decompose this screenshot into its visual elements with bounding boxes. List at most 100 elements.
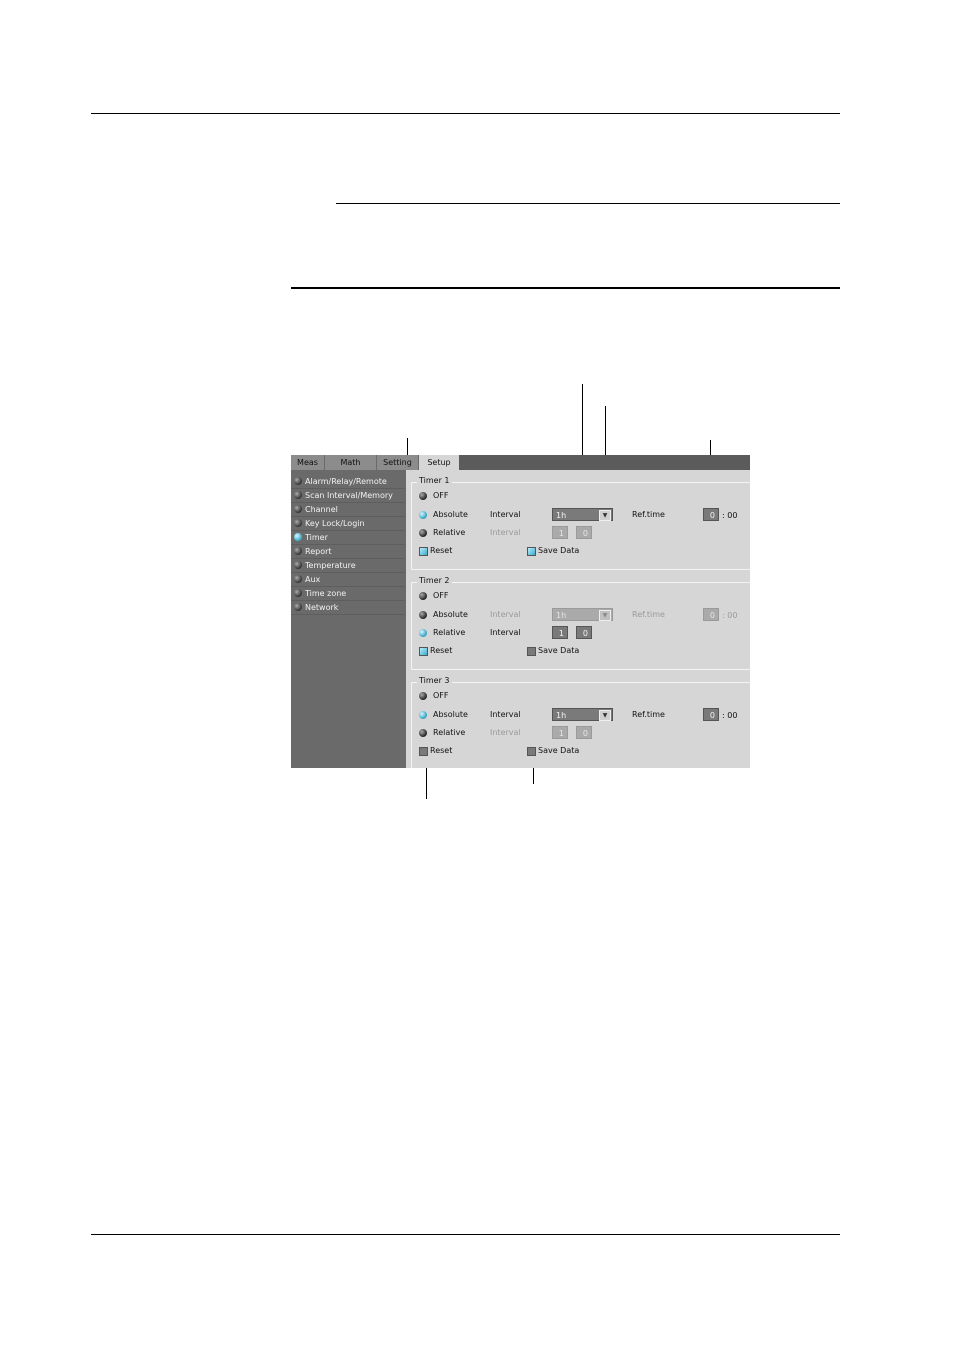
ref-time-minutes: : 00: [722, 611, 738, 620]
radio-label-off: OFF: [433, 591, 449, 600]
absolute-interval-select[interactable]: 1h ▼: [552, 508, 613, 521]
input-value: 0: [709, 511, 715, 520]
sidebar-item-alarm-relay-remote[interactable]: Alarm/Relay/Remote: [291, 475, 405, 489]
radio-label-relative: Relative: [433, 528, 466, 537]
sidebar: Alarm/Relay/Remote Scan Interval/Memory …: [291, 470, 406, 768]
reset-label: Reset: [430, 546, 453, 555]
status-dot-icon: [294, 547, 302, 555]
timer-settings-panel: Timer 1 OFF Absolute Interval 1h ▼ Ref.ti…: [406, 470, 750, 768]
sidebar-item-network[interactable]: Network: [291, 601, 405, 615]
save-data-checkbox[interactable]: [527, 747, 536, 756]
select-value: 1h: [556, 711, 567, 720]
group-title: Timer 1: [417, 476, 452, 485]
radio-absolute[interactable]: [419, 511, 427, 519]
callout-line-reset: [426, 764, 427, 799]
sidebar-item-label: Alarm/Relay/Remote: [305, 477, 387, 486]
timer-1-group: Timer 1 OFF Absolute Interval 1h ▼ Ref.ti…: [411, 476, 750, 570]
reset-checkbox[interactable]: [419, 747, 428, 756]
status-dot-icon: [294, 477, 302, 485]
status-dot-icon: [294, 491, 302, 499]
reset-checkbox[interactable]: [419, 647, 428, 656]
reset-checkbox[interactable]: [419, 547, 428, 556]
sidebar-item-key-lock-login[interactable]: Key Lock/Login: [291, 517, 405, 531]
save-data-checkbox[interactable]: [527, 647, 536, 656]
radio-off[interactable]: [419, 692, 427, 700]
radio-label-relative: Relative: [433, 728, 466, 737]
ref-time-minutes: : 00: [722, 711, 738, 720]
sidebar-item-report[interactable]: Report: [291, 545, 405, 559]
input-value: 0: [709, 711, 715, 720]
timer-3-group: Timer 3 OFF Absolute Interval 1h ▼ Ref.ti…: [411, 676, 750, 768]
radio-absolute[interactable]: [419, 711, 427, 719]
radio-label-off: OFF: [433, 491, 449, 500]
radio-absolute[interactable]: [419, 611, 427, 619]
status-dot-icon: [294, 603, 302, 611]
save-data-label: Save Data: [538, 646, 580, 655]
ref-time-label: Ref.time: [632, 610, 665, 619]
tab-math[interactable]: Math: [325, 455, 377, 470]
sidebar-item-label: Network: [305, 603, 339, 612]
ref-time-label: Ref.time: [632, 510, 665, 519]
select-value: 1h: [556, 611, 567, 620]
reset-label: Reset: [430, 746, 453, 755]
absolute-interval-select[interactable]: 1h ▼: [552, 608, 613, 621]
sidebar-item-label: Timer: [305, 533, 328, 542]
timer-setup-window: Meas Math Setting Setup Alarm/Relay/Remo…: [291, 455, 750, 768]
chevron-down-icon[interactable]: ▼: [599, 610, 611, 621]
sidebar-item-aux[interactable]: Aux: [291, 573, 405, 587]
input-value: 1: [558, 729, 564, 738]
save-data-checkbox[interactable]: [527, 547, 536, 556]
radio-label-absolute: Absolute: [433, 610, 468, 619]
sidebar-item-scan-interval-memory[interactable]: Scan Interval/Memory: [291, 489, 405, 503]
input-value: 0: [709, 611, 715, 620]
tab-setting[interactable]: Setting: [377, 455, 419, 470]
chevron-down-icon[interactable]: ▼: [599, 510, 611, 521]
sidebar-item-timer[interactable]: Timer: [291, 531, 405, 545]
save-data-label: Save Data: [538, 546, 580, 555]
radio-label-relative: Relative: [433, 628, 466, 637]
ref-time-label: Ref.time: [632, 710, 665, 719]
status-dot-icon: [294, 533, 302, 541]
status-dot-icon: [294, 575, 302, 583]
status-dot-icon: [294, 505, 302, 513]
relative-interval-label: Interval: [490, 528, 521, 537]
tab-meas[interactable]: Meas: [291, 455, 325, 470]
sidebar-item-label: Aux: [305, 575, 321, 584]
radio-relative[interactable]: [419, 729, 427, 737]
input-value: 0: [582, 529, 588, 538]
sidebar-item-label: Temperature: [305, 561, 356, 570]
relative-interval-minute-input[interactable]: 0: [576, 726, 592, 739]
sidebar-item-label: Time zone: [305, 589, 347, 598]
ref-time-minutes: : 00: [722, 511, 738, 520]
input-value: 1: [558, 629, 564, 638]
ref-time-hour-input[interactable]: 0: [703, 708, 719, 721]
sidebar-item-label: Scan Interval/Memory: [305, 491, 393, 500]
group-title: Timer 3: [417, 676, 452, 685]
ref-time-hour-input[interactable]: 0: [703, 608, 719, 621]
radio-relative[interactable]: [419, 529, 427, 537]
input-value: 0: [582, 629, 588, 638]
chevron-down-icon[interactable]: ▼: [599, 710, 611, 721]
tab-bar: Meas Math Setting Setup: [291, 455, 750, 470]
header-rule: [91, 113, 840, 114]
radio-off[interactable]: [419, 492, 427, 500]
sidebar-item-time-zone[interactable]: Time zone: [291, 587, 405, 601]
absolute-interval-label: Interval: [490, 710, 521, 719]
status-dot-icon: [294, 589, 302, 597]
relative-interval-hour-input[interactable]: 1: [552, 626, 568, 639]
input-value: 1: [558, 529, 564, 538]
ref-time-hour-input[interactable]: 0: [703, 508, 719, 521]
tab-setup[interactable]: Setup: [419, 455, 459, 470]
relative-interval-hour-input[interactable]: 1: [552, 526, 568, 539]
relative-interval-hour-input[interactable]: 1: [552, 726, 568, 739]
sidebar-item-temperature[interactable]: Temperature: [291, 559, 405, 573]
relative-interval-minute-input[interactable]: 0: [576, 526, 592, 539]
radio-relative[interactable]: [419, 629, 427, 637]
reset-label: Reset: [430, 646, 453, 655]
absolute-interval-label: Interval: [490, 510, 521, 519]
radio-label-absolute: Absolute: [433, 510, 468, 519]
radio-off[interactable]: [419, 592, 427, 600]
relative-interval-minute-input[interactable]: 0: [576, 626, 592, 639]
absolute-interval-select[interactable]: 1h ▼: [552, 708, 613, 721]
sidebar-item-channel[interactable]: Channel: [291, 503, 405, 517]
